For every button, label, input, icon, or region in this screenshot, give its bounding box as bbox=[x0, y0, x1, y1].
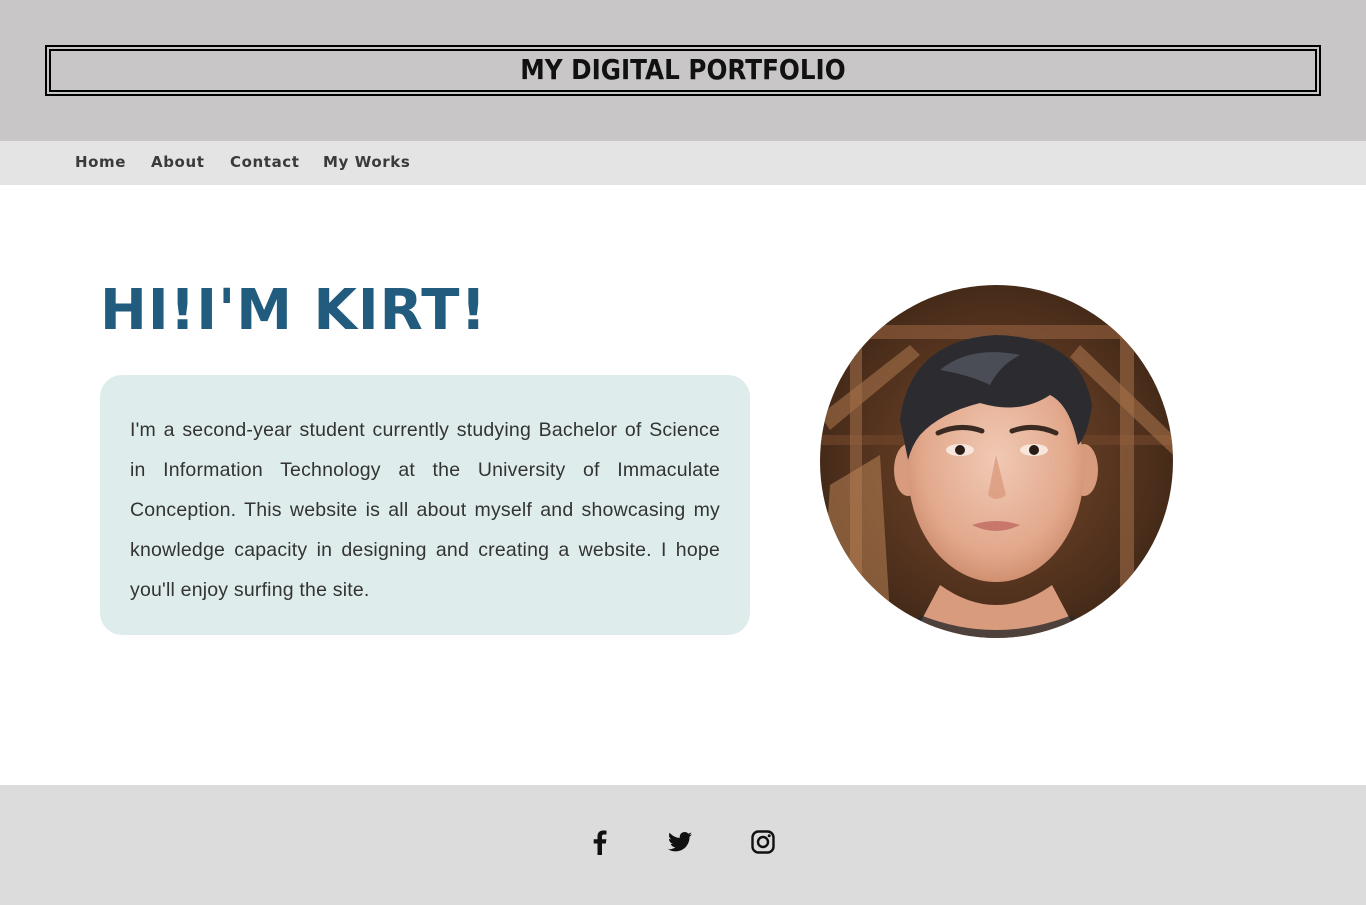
nav-my-works-link[interactable]: My Works bbox=[323, 153, 410, 171]
intro-card: I'm a second-year student currently stud… bbox=[100, 375, 750, 635]
title-frame: MY DIGITAL PORTFOLIO bbox=[45, 45, 1321, 96]
instagram-icon[interactable] bbox=[750, 829, 776, 855]
site-footer bbox=[0, 785, 1366, 905]
facebook-icon[interactable] bbox=[587, 829, 613, 855]
hero-heading: HI!I'M KIRT! bbox=[100, 278, 488, 343]
main-nav: Home About Contact My Works bbox=[0, 141, 1366, 185]
nav-contact-link[interactable]: Contact bbox=[230, 153, 300, 171]
nav-home-link[interactable]: Home bbox=[75, 153, 126, 171]
nav-about-link[interactable]: About bbox=[151, 153, 205, 171]
twitter-icon[interactable] bbox=[667, 829, 693, 855]
title-frame-inner: MY DIGITAL PORTFOLIO bbox=[49, 49, 1317, 92]
site-title: MY DIGITAL PORTFOLIO bbox=[520, 53, 846, 86]
intro-text: I'm a second-year student currently stud… bbox=[130, 419, 720, 601]
profile-photo-image bbox=[820, 285, 1173, 638]
site-header: MY DIGITAL PORTFOLIO bbox=[0, 0, 1366, 141]
profile-photo bbox=[820, 285, 1173, 638]
